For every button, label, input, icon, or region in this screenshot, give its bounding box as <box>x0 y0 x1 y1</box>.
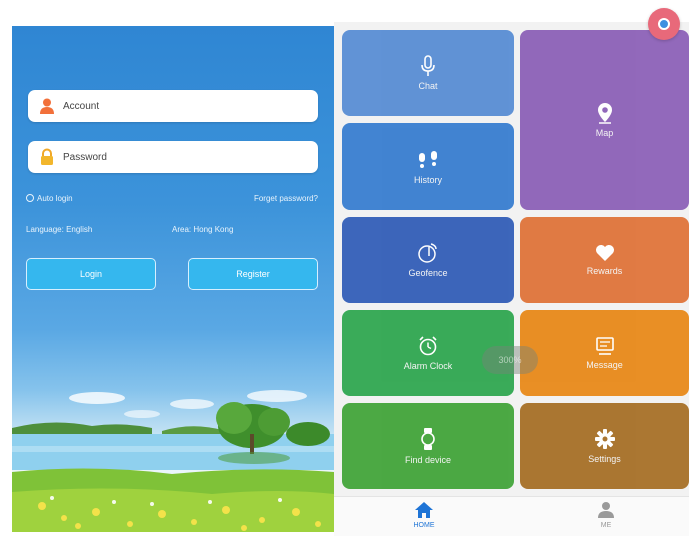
zoom-level-badge: 300% <box>482 346 538 374</box>
chat-label: Chat <box>418 81 438 91</box>
forgot-password-link[interactable]: Forget password? <box>254 194 318 203</box>
area-value: Hong Kong <box>193 225 234 234</box>
heart-icon <box>595 245 614 261</box>
auto-login-label: Auto login <box>37 194 73 203</box>
person-icon <box>598 502 614 518</box>
watch-icon <box>421 428 435 450</box>
tab-me[interactable]: ME <box>546 501 666 536</box>
footprints-icon <box>419 150 437 168</box>
alarm-clock-label: Alarm Clock <box>403 361 453 371</box>
home-icon <box>415 502 433 518</box>
auto-login-checkbox[interactable]: Auto login <box>26 194 73 203</box>
gear-icon <box>594 429 615 449</box>
user-icon <box>40 98 54 114</box>
history-label: History <box>413 174 442 185</box>
map-label: Map <box>595 128 614 138</box>
rewards-tile[interactable]: Rewards <box>520 217 689 303</box>
lock-icon <box>41 148 53 165</box>
find-device-tile[interactable]: Find device <box>342 403 514 489</box>
settings-tile[interactable]: Settings <box>520 403 689 489</box>
tab-me-label: ME <box>600 522 612 529</box>
chat-tile[interactable]: Chat <box>342 30 514 116</box>
login-screen: Account Password Auto login Forget passw… <box>12 26 334 532</box>
home-screen: Chat Map History Geofence Rewards Alarm … <box>334 22 689 536</box>
map-tile[interactable]: Map <box>520 30 689 210</box>
language-label: Language: <box>26 225 64 234</box>
bottom-tab-bar: HOME ME <box>334 496 689 536</box>
geofence-label: Geofence <box>408 268 448 278</box>
area-selector[interactable]: Area: Hong Kong <box>172 225 233 234</box>
tab-home-label: HOME <box>413 522 435 529</box>
geofence-icon <box>418 243 437 263</box>
register-button[interactable]: Register <box>188 258 318 290</box>
rewards-label: Rewards <box>586 266 623 276</box>
account-placeholder: Account <box>63 100 100 112</box>
login-button[interactable]: Login <box>26 258 156 290</box>
geofence-tile[interactable]: Geofence <box>342 217 514 303</box>
settings-label: Settings <box>588 454 621 464</box>
screen-record-button[interactable] <box>648 8 680 40</box>
alarm-clock-icon <box>419 336 437 356</box>
language-selector[interactable]: Language: English <box>26 225 92 234</box>
microphone-icon <box>421 55 435 76</box>
history-tile[interactable]: History <box>342 123 514 210</box>
tab-home[interactable]: HOME <box>364 501 484 536</box>
location-pin-icon <box>597 103 612 124</box>
message-label: Message <box>586 360 623 370</box>
area-label: Area: <box>172 225 192 234</box>
account-input[interactable]: Account <box>28 90 318 122</box>
checkbox-icon <box>26 194 34 202</box>
record-dot-icon <box>658 18 670 30</box>
find-device-label: Find device <box>404 455 452 465</box>
password-input[interactable]: Password <box>28 141 318 173</box>
message-tile[interactable]: Message <box>520 310 689 396</box>
language-value: English <box>66 225 93 234</box>
message-icon <box>595 337 614 355</box>
password-placeholder: Password <box>63 151 107 163</box>
